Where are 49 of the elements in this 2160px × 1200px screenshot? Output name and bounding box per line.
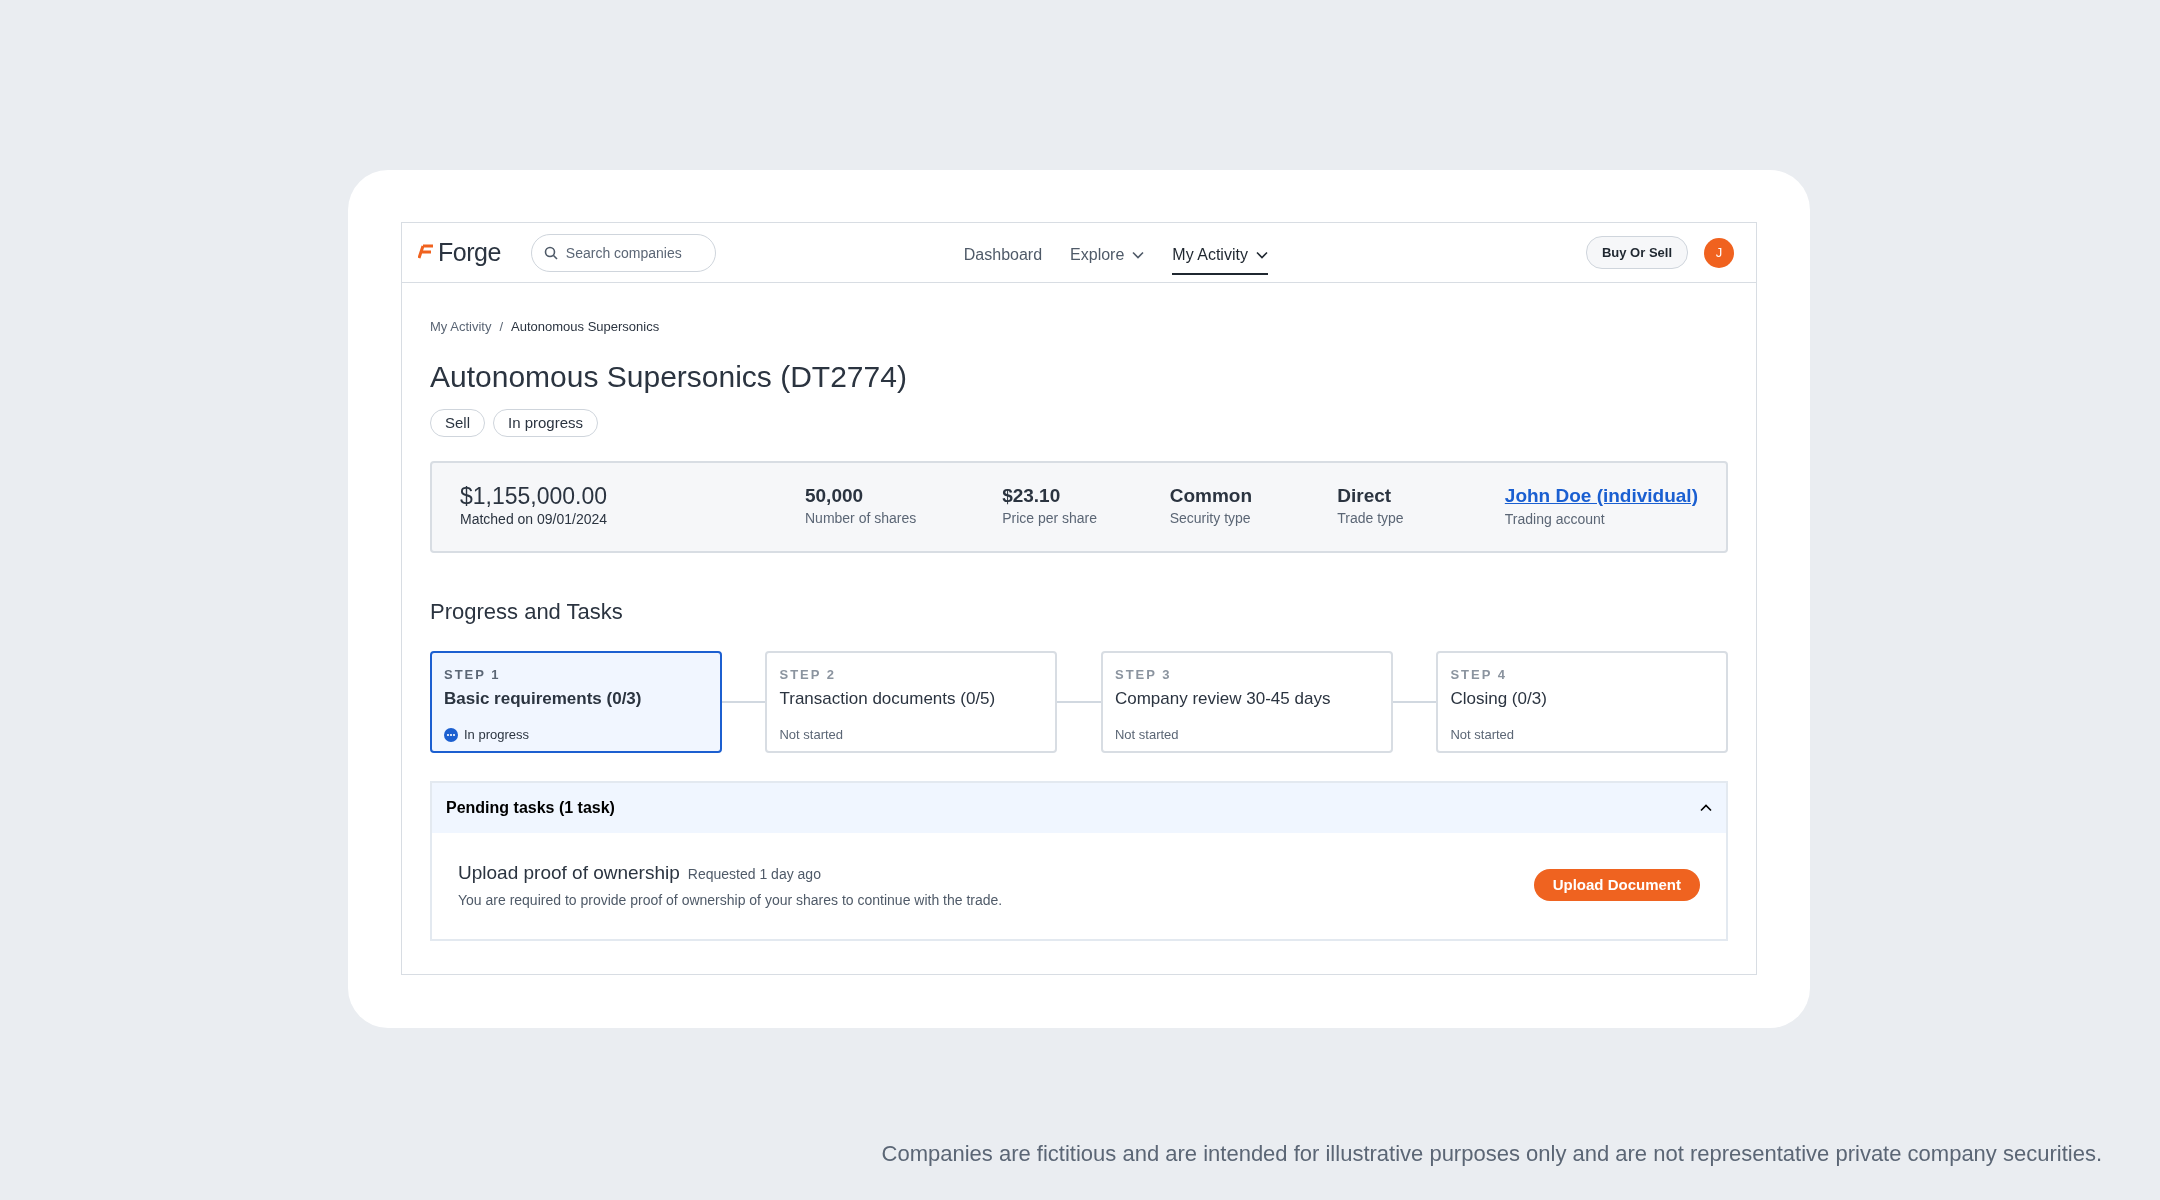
- in-progress-icon: [444, 728, 458, 743]
- step-card[interactable]: STEP 1 Basic requirements (0/3) In progress: [430, 651, 722, 754]
- buy-or-sell-button[interactable]: Buy Or Sell: [1585, 235, 1688, 270]
- breadcrumb-separator: /: [499, 318, 504, 336]
- matched-date: Matched on 09/01/2024: [460, 510, 609, 530]
- pending-tasks-header[interactable]: Pending tasks (1 task): [432, 783, 1726, 834]
- step-status: Not started: [779, 726, 844, 745]
- search-icon: [543, 245, 558, 260]
- fact-label: Price per share: [1002, 508, 1099, 528]
- step-title: Company review 30-45 days: [1114, 687, 1332, 710]
- task-requested-time: Requested 1 day ago: [687, 865, 821, 885]
- step-title: Basic requirements (0/3): [444, 687, 643, 710]
- step-card[interactable]: STEP 4 Closing (0/3) Not started: [1436, 651, 1728, 754]
- disclaimer-text: Companies are fictitious and are intended for illustrative purposes only and are not representative private company securities.: [881, 1140, 2102, 1168]
- nav-tab[interactable]: Dashboard: [963, 230, 1043, 275]
- nav-tab[interactable]: Explore: [1070, 230, 1145, 275]
- fact-value: Common: [1169, 485, 1253, 508]
- step-label: STEP 1: [444, 666, 502, 685]
- page-title: Autonomous Supersonics (DT2774): [430, 358, 908, 395]
- search-field[interactable]: Search companies: [530, 233, 716, 272]
- chevron-up-icon: [1700, 804, 1712, 813]
- step-status: In progress: [464, 726, 530, 745]
- step-status: Not started: [1450, 726, 1515, 745]
- chevron-down-icon: [1255, 250, 1268, 259]
- chevron-down-icon: [1132, 250, 1145, 259]
- nav-tab[interactable]: My Activity: [1172, 230, 1268, 275]
- step-card[interactable]: STEP 3 Company review 30-45 days Not started: [1100, 651, 1393, 754]
- step-title: Closing (0/3): [1450, 687, 1548, 710]
- breadcrumb-current: Autonomous Supersonics: [511, 318, 660, 336]
- step-title: Transaction documents (0/5): [779, 687, 997, 710]
- breadcrumb-link[interactable]: My Activity: [430, 317, 492, 337]
- step-label: STEP 4: [1450, 666, 1508, 685]
- step-label: STEP 3: [1114, 666, 1173, 685]
- task-title: Upload proof of ownership: [458, 861, 680, 886]
- fact-label: Number of shares: [805, 508, 918, 528]
- fact-value: 50,000: [805, 485, 865, 508]
- fact-value: $23.10: [1002, 485, 1062, 508]
- task-description: You are required to provide proof of ownership of your shares to continue with the trade.: [458, 890, 1003, 910]
- step-label: STEP 2: [779, 666, 838, 685]
- step-card[interactable]: STEP 2 Transaction documents (0/5) Not started: [765, 651, 1058, 754]
- fact-label: Trade type: [1337, 508, 1405, 528]
- account-link[interactable]: John Doe (individual): [1504, 484, 1698, 506]
- trade-amount: $1,155,000.00: [460, 483, 609, 510]
- logo-text[interactable]: Forge: [438, 233, 501, 272]
- fact-value: Direct: [1337, 485, 1393, 508]
- step-status: Not started: [1114, 726, 1179, 745]
- section-heading: Progress and Tasks: [430, 599, 624, 626]
- fact-label: Security type: [1169, 508, 1252, 528]
- fact-label: Trading account: [1504, 509, 1606, 529]
